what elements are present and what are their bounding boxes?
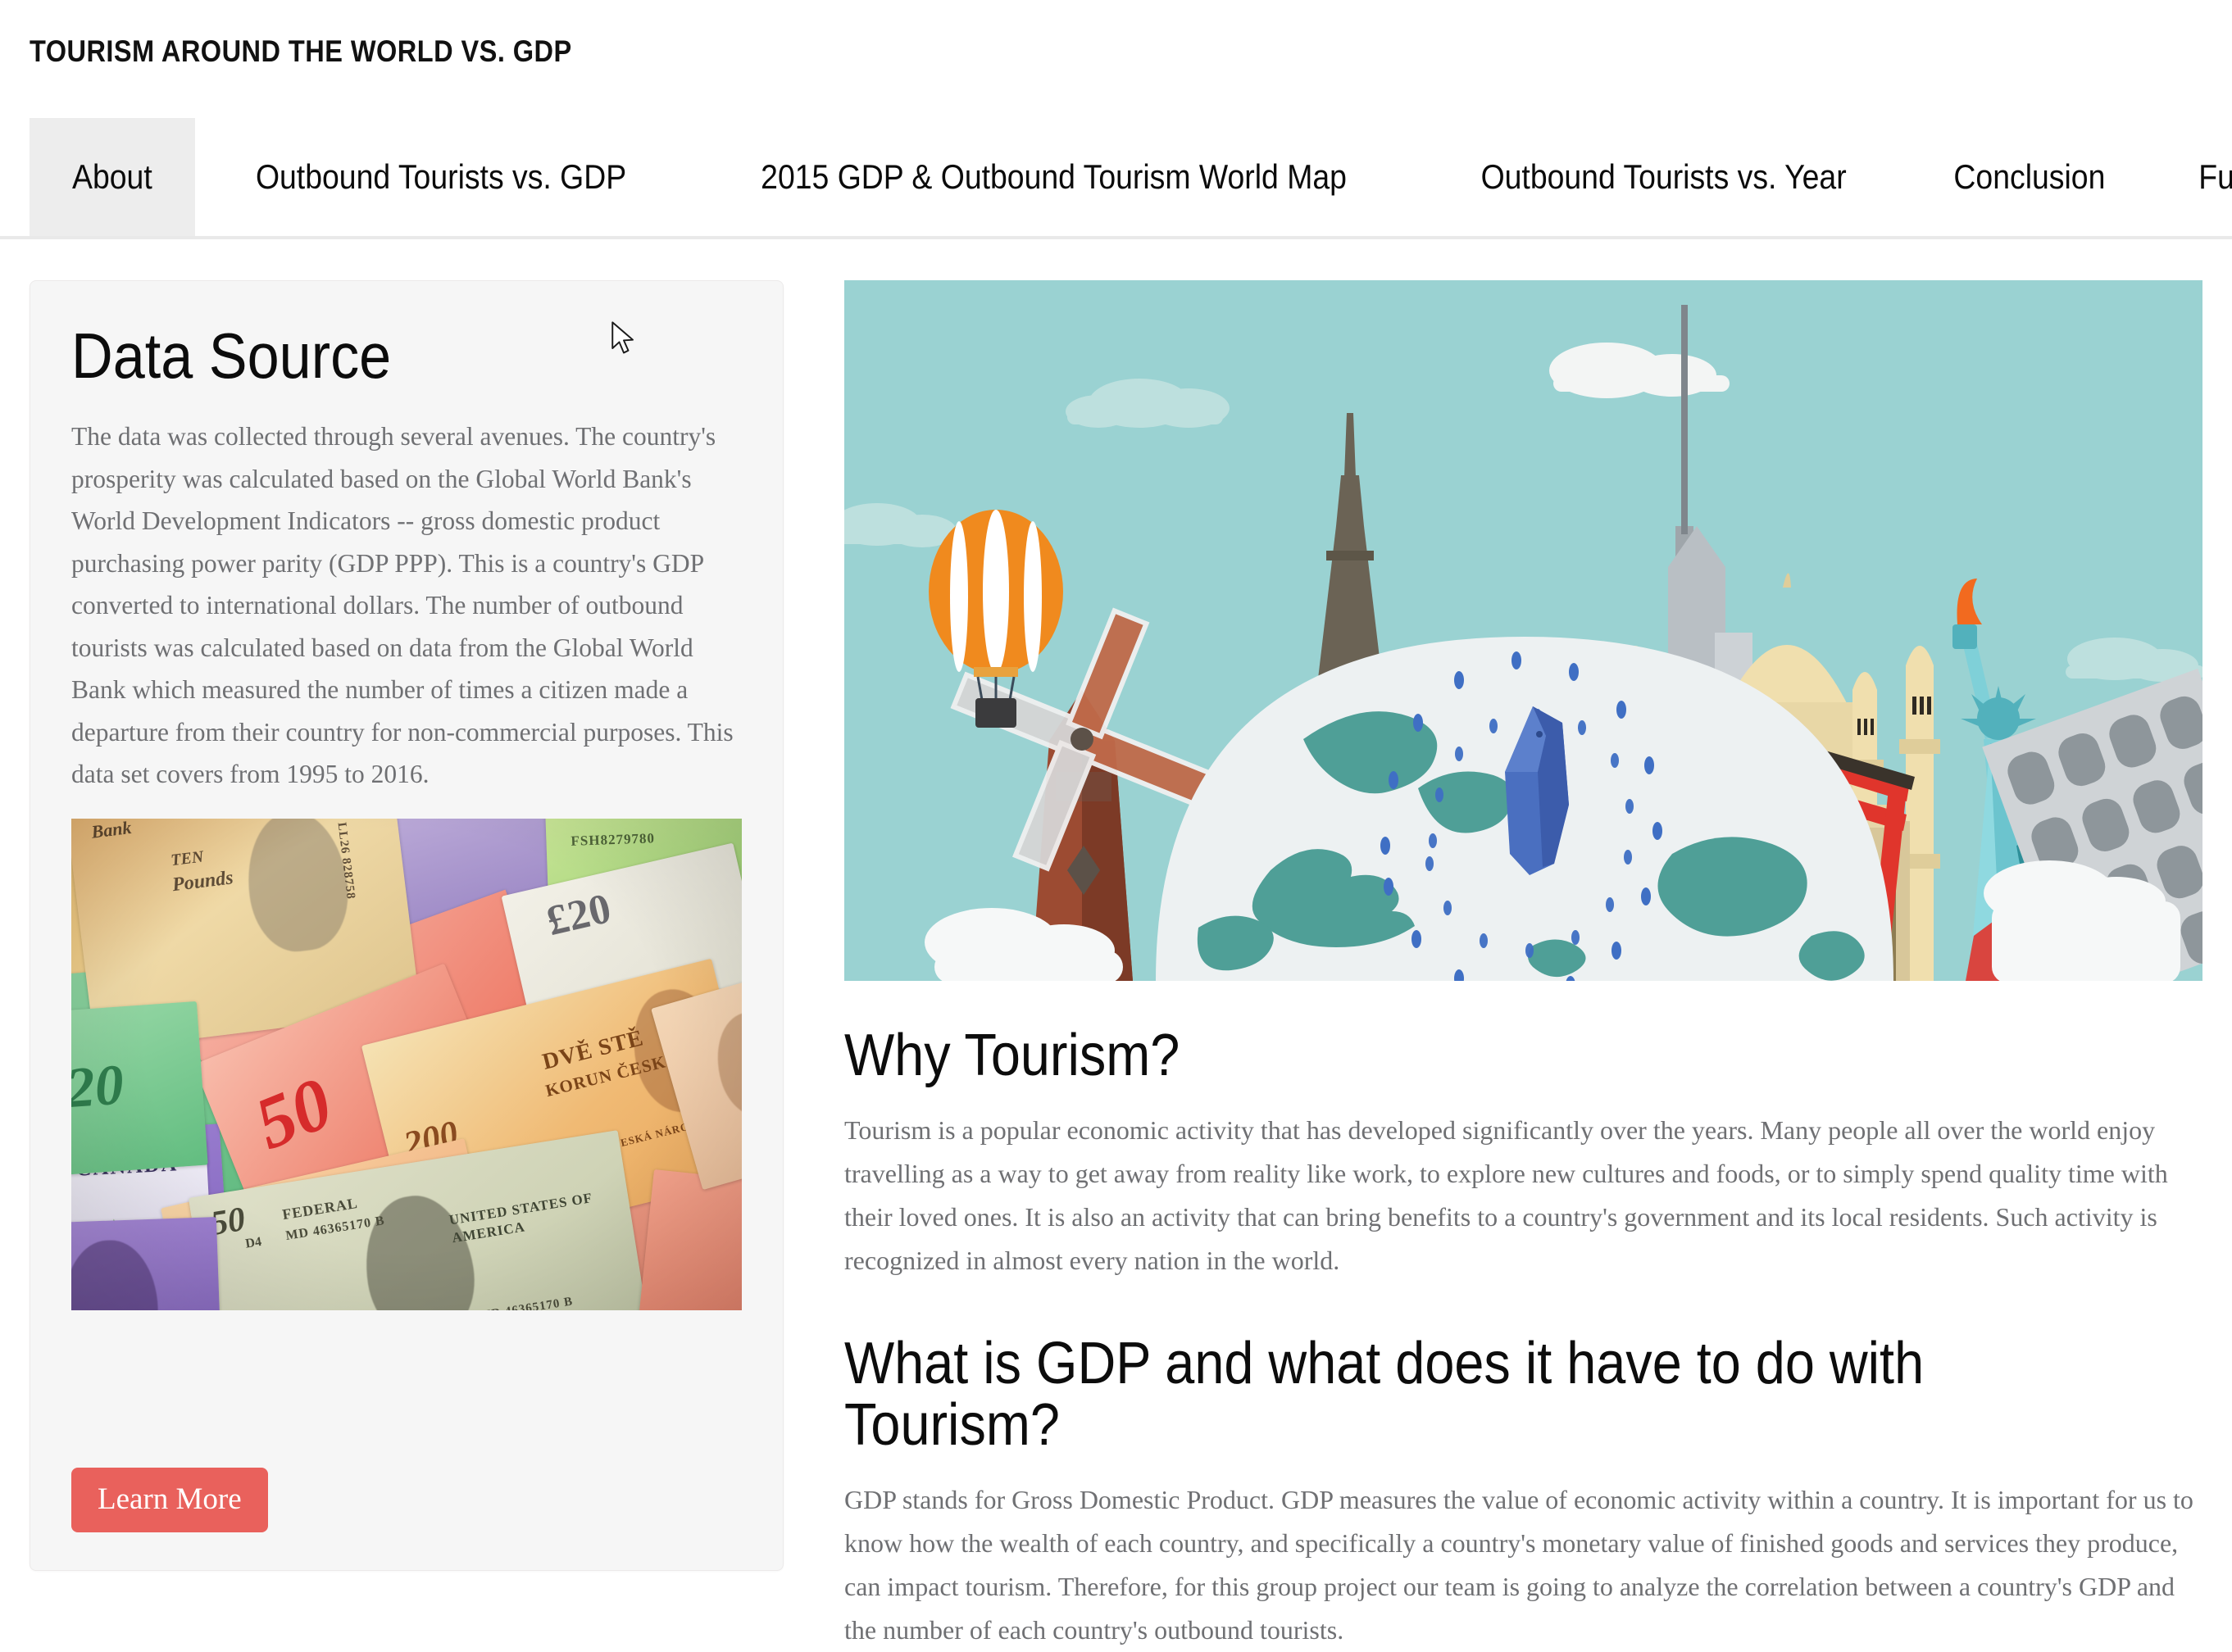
photo-vignette (71, 818, 742, 1310)
what-is-gdp-heading: What is GDP and what does it have to do … (844, 1330, 1925, 1459)
tab-conclusion[interactable]: Conclusion (1907, 118, 2152, 236)
tab-outbound-tourists-vs-gdp[interactable]: Outbound Tourists vs. GDP (195, 118, 687, 236)
tab-outbound-tourists-vs-year-label: Outbound Tourists vs. Year (1480, 157, 1847, 196)
main-column: Why Tourism? Tourism is a popular econom… (844, 280, 2202, 1652)
data-source-paragraph: The data was collected through several a… (71, 422, 734, 788)
data-source-heading: Data Source (71, 320, 392, 392)
learn-more-button[interactable]: Learn More (71, 1468, 268, 1532)
why-tourism-heading: Why Tourism? (844, 1023, 1180, 1088)
data-source-card: Data Source The data was collected throu… (30, 280, 784, 1571)
content-area: Data Source The data was collected throu… (0, 239, 2232, 1645)
tab-outbound-tourists-vs-year[interactable]: Outbound Tourists vs. Year (1421, 118, 1907, 236)
tab-2015-gdp-outbound-tourism-world-map[interactable]: 2015 GDP & Outbound Tourism World Map (687, 118, 1421, 236)
why-tourism-paragraph: Tourism is a popular economic activity t… (844, 1114, 2168, 1275)
hero-illustration (844, 280, 2202, 981)
tab-conclusion-label: Conclusion (1953, 157, 2106, 196)
page-title: TOURISM AROUND THE WORLD VS. GDP (30, 34, 572, 68)
tab-bar: About Outbound Tourists vs. GDP 2015 GDP… (0, 118, 2232, 239)
tab-about-label: About (72, 157, 152, 196)
what-is-gdp-paragraph: GDP stands for Gross Domestic Product. G… (844, 1484, 2193, 1645)
tab-2015-gdp-outbound-tourism-world-map-label: 2015 GDP & Outbound Tourism World Map (761, 157, 1347, 196)
tab-list: About Outbound Tourists vs. GDP 2015 GDP… (30, 118, 2232, 236)
data-source-card-inner: Data Source The data was collected throu… (30, 281, 783, 1310)
tab-outbound-tourists-vs-gdp-label: Outbound Tourists vs. GDP (255, 157, 626, 196)
tab-fun-facts[interactable]: Fun Facts (2152, 118, 2232, 236)
tab-fun-facts-label: Fun Facts (2198, 157, 2232, 196)
currency-photo: Bank TEN Pounds 10 LL26 828758 FSH827978… (71, 818, 742, 1310)
tab-about[interactable]: About (30, 118, 195, 236)
